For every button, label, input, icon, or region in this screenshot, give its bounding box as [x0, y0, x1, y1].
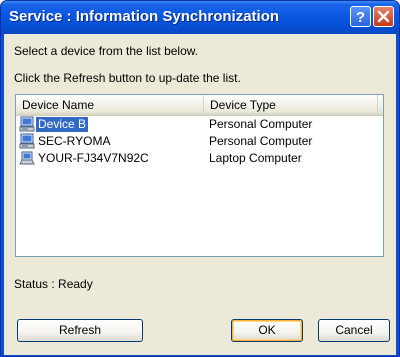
- title-bar[interactable]: Service : Information Synchronization ?: [1, 1, 399, 34]
- svg-text:?: ?: [356, 9, 365, 26]
- column-header-device-name[interactable]: Device Name: [16, 95, 204, 115]
- list-item[interactable]: SEC-RYOMA Personal Computer: [16, 133, 383, 150]
- device-type: Laptop Computer: [209, 151, 302, 165]
- list-item[interactable]: Device B Personal Computer: [16, 116, 383, 133]
- refresh-button[interactable]: Refresh: [17, 319, 143, 342]
- close-button[interactable]: [373, 6, 394, 27]
- dialog-body: Select a device from the list below. Cli…: [4, 34, 396, 355]
- column-header-device-type[interactable]: Device Type: [204, 95, 378, 115]
- device-name: SEC-RYOMA: [38, 134, 111, 148]
- device-name: YOUR-FJ34V7N92C: [38, 151, 149, 165]
- dialog-window: Service : Information Synchronization ? …: [0, 0, 400, 357]
- help-button[interactable]: ?: [350, 6, 371, 27]
- device-name: Device B: [36, 117, 89, 132]
- personal-computer-icon: [19, 116, 35, 132]
- list-header: Device Name Device Type: [16, 95, 383, 116]
- personal-computer-icon: [19, 133, 35, 149]
- window-title: Service : Information Synchronization: [9, 8, 280, 25]
- device-list[interactable]: Device Name Device Type Device B Persona…: [15, 94, 384, 257]
- help-icon: ?: [356, 9, 365, 26]
- ok-button[interactable]: OK: [231, 319, 303, 342]
- device-type: Personal Computer: [209, 134, 313, 148]
- instruction-refresh: Click the Refresh button to up-date the …: [14, 71, 241, 85]
- list-item[interactable]: YOUR-FJ34V7N92C Laptop Computer: [16, 150, 383, 167]
- cancel-button[interactable]: Cancel: [318, 319, 390, 342]
- instruction-select: Select a device from the list below.: [14, 44, 199, 58]
- status-text: Status : Ready: [14, 277, 93, 291]
- laptop-computer-icon: [19, 151, 35, 165]
- close-icon: [377, 10, 390, 23]
- device-type: Personal Computer: [209, 117, 313, 131]
